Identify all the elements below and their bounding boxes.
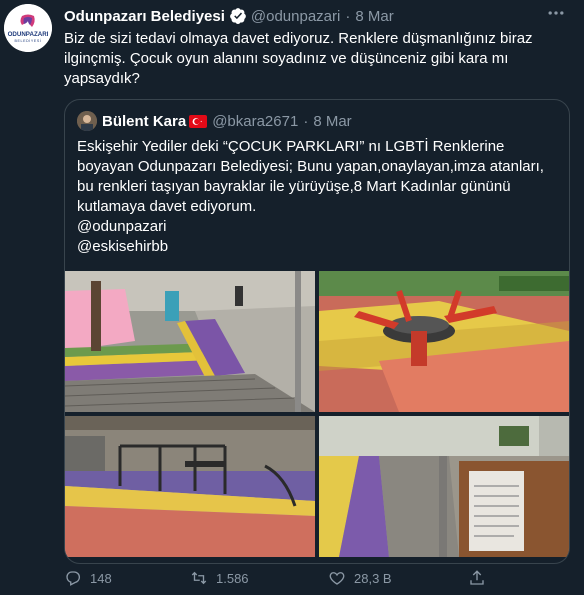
reply-button[interactable]: 148 xyxy=(64,566,112,590)
mention-odunpazari[interactable]: @odunpazari xyxy=(77,218,166,235)
mention-eskisehirbb[interactable]: @eskisehirbb xyxy=(77,238,168,255)
photo-park-path[interactable] xyxy=(65,271,315,412)
like-count: 28,3 B xyxy=(354,570,392,586)
tweet-actions: 148 1.586 28,3 B xyxy=(64,566,494,590)
quoted-author-name[interactable]: Bülent Kara xyxy=(102,113,186,130)
photo-spring-rider[interactable] xyxy=(319,271,569,412)
tweet-header: Odunpazarı Belediyesi @odunpazari · 8 Ma… xyxy=(64,6,584,26)
share-button[interactable] xyxy=(468,566,494,590)
author-handle[interactable]: @odunpazari xyxy=(251,8,340,25)
like-button[interactable]: 28,3 B xyxy=(328,566,392,590)
svg-text:BELEDİYESİ: BELEDİYESİ xyxy=(15,38,42,43)
retweet-count: 1.586 xyxy=(216,570,249,586)
share-icon xyxy=(468,569,494,587)
quoted-body: Eskişehir Yediler deki “ÇOCUK PARKLARI” … xyxy=(77,138,549,215)
verified-badge-icon xyxy=(229,7,247,25)
quoted-tweet[interactable]: Bülent Kara @bkara2671 · 8 Mar Eskişehir… xyxy=(64,99,570,564)
quoted-date[interactable]: 8 Mar xyxy=(313,113,351,130)
reply-count: 148 xyxy=(90,570,112,586)
author-avatar[interactable]: ODUNPAZARI BELEDİYESİ xyxy=(4,4,52,52)
reply-icon xyxy=(64,569,90,587)
retweet-button[interactable]: 1.586 xyxy=(190,566,249,590)
separator-dot: · xyxy=(303,112,309,130)
tweet-date[interactable]: 8 Mar xyxy=(355,8,393,25)
quoted-text: Eskişehir Yediler deki “ÇOCUK PARKLARI” … xyxy=(77,137,561,257)
tweet-text: Biz de sizi tedavi olmaya davet ediyoruz… xyxy=(64,30,537,87)
heart-icon xyxy=(328,569,354,587)
photo-walkway-sign[interactable] xyxy=(319,416,569,557)
turkey-flag-icon xyxy=(189,114,208,128)
retweet-icon xyxy=(190,569,216,587)
media-grid xyxy=(65,271,569,557)
separator-dot: · xyxy=(345,7,351,25)
quoted-header: Bülent Kara @bkara2671 · 8 Mar xyxy=(77,111,352,131)
tweet[interactable]: ODUNPAZARI BELEDİYESİ Odunpazarı Belediy… xyxy=(0,0,584,595)
author-name[interactable]: Odunpazarı Belediyesi xyxy=(64,8,225,25)
quoted-author-handle[interactable]: @bkara2671 xyxy=(212,113,298,130)
photo-playground[interactable] xyxy=(65,416,315,557)
svg-text:ODUNPAZARI: ODUNPAZARI xyxy=(8,31,49,38)
more-options-icon[interactable] xyxy=(546,3,566,23)
quoted-avatar xyxy=(77,111,97,131)
odunpazari-logo: ODUNPAZARI BELEDİYESİ xyxy=(4,4,52,52)
